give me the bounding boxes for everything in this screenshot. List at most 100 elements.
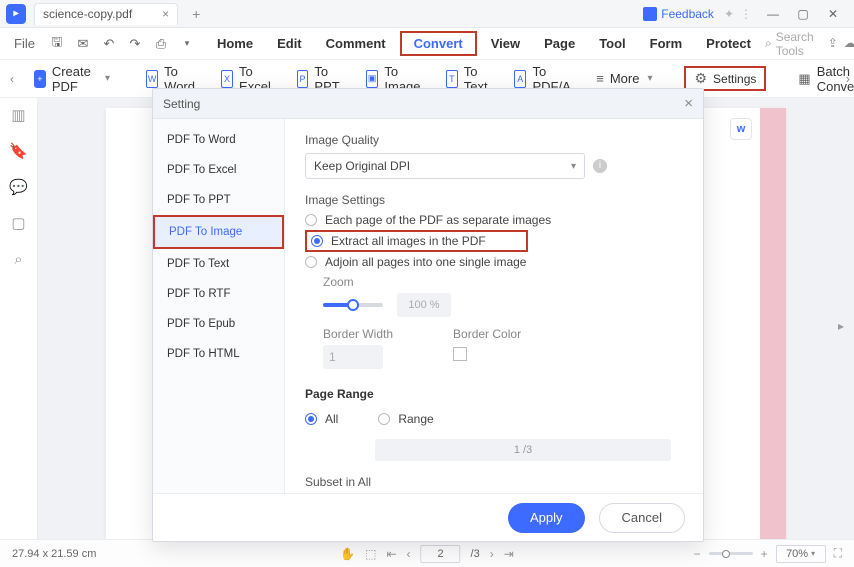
chevron-down-icon: ▾ (571, 161, 576, 172)
apply-button[interactable]: Apply (508, 503, 585, 533)
chevron-down-icon[interactable]: ▾ (177, 34, 197, 54)
dropdown-icon: ▾ (647, 73, 652, 84)
status-bar: 27.94 x 21.59 cm ✋ ⬚ ⇤ ‹ 2 /3 › ⇥ − + 70… (0, 539, 854, 567)
hand-tool-icon[interactable]: ✋ (340, 547, 355, 561)
save-icon[interactable]: 🖫 (47, 34, 67, 54)
left-sidebar: ▥ 🔖 💬 ▢ ⌕ (0, 98, 38, 539)
zoom-slider[interactable] (323, 303, 383, 307)
menu-view[interactable]: View (481, 32, 530, 55)
zoom-slider-status[interactable] (709, 552, 753, 555)
menu-edit[interactable]: Edit (267, 32, 312, 55)
option-adjoin[interactable]: Adjoin all pages into one single image (305, 255, 683, 269)
radio-icon (305, 214, 317, 226)
ppt-icon: P (297, 70, 309, 88)
sidebar-item-html[interactable]: PDF To HTML (153, 339, 284, 369)
sidebar-item-excel[interactable]: PDF To Excel (153, 155, 284, 185)
menu-page[interactable]: Page (534, 32, 585, 55)
option-extract[interactable]: Extract all images in the PDF (311, 234, 486, 248)
page-number-input[interactable]: 2 (421, 545, 461, 563)
menu-convert[interactable]: Convert (400, 31, 477, 56)
zoom-controls: − + 70%▾ ⛶ (694, 545, 842, 563)
image-quality-label: Image Quality (305, 133, 683, 147)
border-width-input[interactable]: 1 (323, 345, 383, 369)
select-tool-icon[interactable]: ⬚ (365, 547, 376, 561)
menu-form[interactable]: Form (640, 32, 693, 55)
doc-next-icon[interactable]: ▸ (834, 319, 848, 333)
dialog-close-icon[interactable]: × (684, 95, 693, 112)
titlebar: ▸ science-copy.pdf × + Feedback ✦ ⋮ — ▢ … (0, 0, 854, 28)
page-range-range[interactable]: Range (378, 412, 433, 426)
share-icon[interactable]: ⇪ (828, 36, 838, 51)
option-adjoin-label: Adjoin all pages into one single image (325, 255, 526, 269)
zoom-out-icon[interactable]: − (694, 547, 701, 561)
attachments-icon[interactable]: ▢ (10, 214, 28, 232)
fit-page-icon[interactable]: ⛶ (834, 546, 842, 561)
sidebar-item-ppt[interactable]: PDF To PPT (153, 185, 284, 215)
sparkle-icon[interactable]: ✦ (724, 7, 734, 21)
sidebar-item-text[interactable]: PDF To Text (153, 249, 284, 279)
image-quality-select[interactable]: Keep Original DPI ▾ (305, 153, 585, 179)
more-button[interactable]: ≡More▾ (592, 67, 656, 90)
page-range-all[interactable]: All (305, 412, 338, 426)
search-panel-icon[interactable]: ⌕ (10, 250, 28, 268)
word-badge-icon[interactable]: w (730, 118, 752, 140)
create-pdf-button[interactable]: + Create PDF ▾ (30, 60, 114, 98)
close-tab-icon[interactable]: × (162, 7, 169, 21)
maximize-button[interactable]: ▢ (788, 0, 818, 28)
menu-bar: File 🖫 ✉ ↶ ↷ ⎙ ▾ Home Edit Comment Conve… (0, 28, 854, 60)
radio-icon (378, 413, 390, 425)
option-each-page[interactable]: Each page of the PDF as separate images (305, 213, 683, 227)
zoom-value-box[interactable]: 70%▾ (776, 545, 826, 563)
ribbon-scroll-left[interactable]: ‹ (10, 72, 14, 86)
settings-dialog: Setting × PDF To Word PDF To Excel PDF T… (152, 88, 704, 542)
cloud-icon[interactable]: ☁ (844, 36, 854, 51)
zoom-value-input[interactable]: 100 % (397, 293, 451, 317)
menu-tool[interactable]: Tool (589, 32, 635, 55)
sidebar-item-epub[interactable]: PDF To Epub (153, 309, 284, 339)
pr-range-label: Range (398, 412, 433, 426)
pdfa-icon: A (514, 70, 527, 88)
info-icon[interactable]: i (593, 159, 607, 173)
comment-panel-icon[interactable]: 💬 (10, 178, 28, 196)
prev-page-icon[interactable]: ‹ (407, 547, 411, 561)
sidebar-item-rtf[interactable]: PDF To RTF (153, 279, 284, 309)
zoom-in-icon[interactable]: + (761, 547, 768, 561)
search-tools[interactable]: ⌕ Search Tools (765, 30, 814, 58)
first-page-icon[interactable]: ⇤ (386, 547, 396, 561)
print-icon[interactable]: ⎙ (151, 34, 171, 54)
new-tab-button[interactable]: + (192, 6, 200, 22)
menu-dots-icon[interactable]: ⋮ (740, 7, 752, 21)
border-color-swatch[interactable] (453, 347, 467, 361)
border-width-label: Border Width (323, 327, 393, 341)
page-range-label: Page Range (305, 387, 683, 401)
thumbnails-icon[interactable]: ▥ (10, 106, 28, 124)
file-menu[interactable]: File (14, 36, 35, 51)
image-quality-value: Keep Original DPI (314, 159, 410, 173)
next-page-icon[interactable]: › (490, 547, 494, 561)
radio-checked-icon (311, 235, 323, 247)
radio-icon (305, 256, 317, 268)
document-tab[interactable]: science-copy.pdf × (34, 3, 178, 25)
minimize-button[interactable]: — (758, 0, 788, 28)
option-extract-highlight: Extract all images in the PDF (305, 230, 528, 252)
feedback-button[interactable]: Feedback (643, 7, 714, 21)
subset-label: Subset in All (305, 475, 683, 489)
sidebar-item-image[interactable]: PDF To Image (153, 215, 284, 249)
ribbon-scroll-right[interactable]: › (846, 71, 850, 86)
menu-protect[interactable]: Protect (696, 32, 761, 55)
redo-icon[interactable]: ↷ (125, 34, 145, 54)
last-page-icon[interactable]: ⇥ (504, 547, 514, 561)
slider-thumb[interactable] (347, 299, 359, 311)
feedback-label: Feedback (661, 7, 714, 21)
bookmark-icon[interactable]: 🔖 (10, 142, 28, 160)
undo-icon[interactable]: ↶ (99, 34, 119, 54)
mail-icon[interactable]: ✉ (73, 34, 93, 54)
cancel-button[interactable]: Cancel (599, 503, 685, 533)
more-icon: ≡ (596, 71, 604, 86)
page-navigation: ✋ ⬚ ⇤ ‹ 2 /3 › ⇥ (340, 545, 514, 563)
range-input[interactable]: 1 /3 (375, 439, 671, 461)
menu-comment[interactable]: Comment (316, 32, 396, 55)
close-window-button[interactable]: ✕ (818, 0, 848, 28)
sidebar-item-word[interactable]: PDF To Word (153, 125, 284, 155)
menu-home[interactable]: Home (207, 32, 263, 55)
